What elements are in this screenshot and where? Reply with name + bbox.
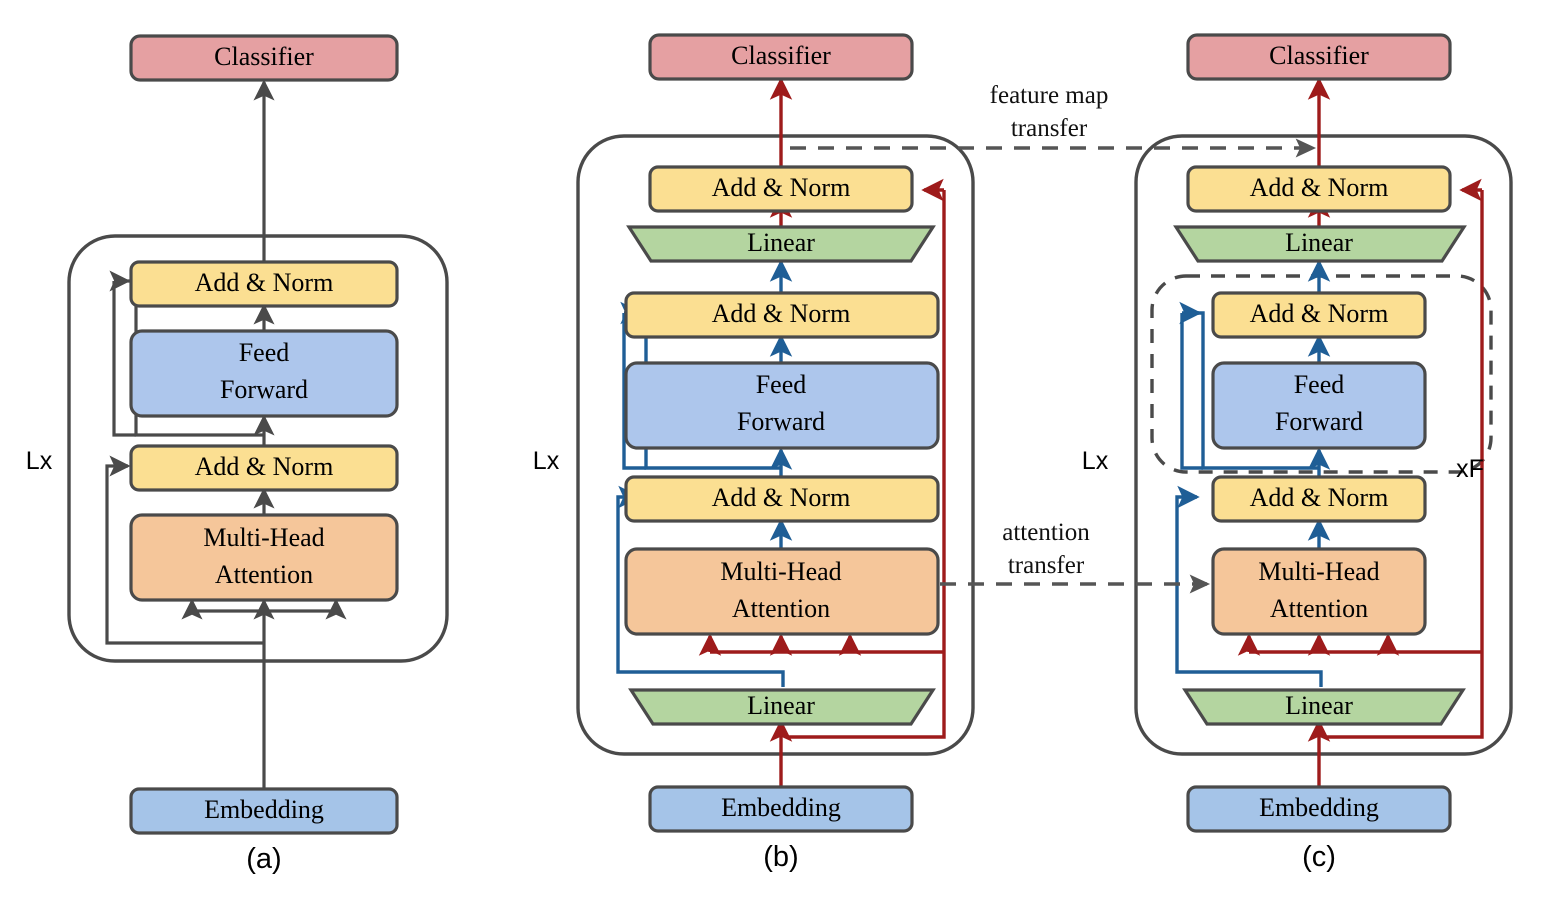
panel-a-attention-label-1: Multi-Head [203,523,324,552]
panel-b-addnorm-bottom-label: Add & Norm [712,483,851,512]
panel-b-linear-bottom-label: Linear [747,691,815,720]
panel-a-addnorm-bottom-label: Add & Norm [195,452,334,481]
panel-b-embedding-label: Embedding [721,793,841,822]
panel-b-red-rail [787,190,946,739]
panel-c-addnorm-top-label: Add & Norm [1250,299,1389,328]
panel-a: Classifier Add & Norm Feed Forward Add &… [26,34,449,875]
panel-c-addnorm-outer-label: Add & Norm [1250,173,1389,202]
feature-map-transfer-label-2: transfer [1011,115,1088,142]
panel-b-classifier-label: Classifier [731,41,831,70]
panel-c-feed-forward-label-1: Feed [1294,370,1345,399]
panel-b-linear-top-label: Linear [747,228,815,257]
panel-a-loop-label: Lx [26,447,53,475]
feature-map-transfer-label-1: feature map [990,82,1109,109]
attention-transfer-label-2: transfer [1008,552,1085,579]
panel-c-embedding-label: Embedding [1259,793,1379,822]
panel-b-loop-label: Lx [533,447,560,475]
panel-c-classifier-label: Classifier [1269,41,1369,70]
panel-c-linear-top-label: Linear [1285,228,1353,257]
attention-transfer-label-1: attention [1002,519,1090,546]
panel-a-feed-forward-label-1: Feed [239,338,290,367]
panel-b-feed-forward-label-2: Forward [737,407,825,436]
panel-b-addnorm-top-label: Add & Norm [712,299,851,328]
architecture-diagram: Classifier Add & Norm Feed Forward Add &… [26,33,1513,875]
panel-a-classifier-label: Classifier [214,42,314,71]
panel-c-feed-forward-label-2: Forward [1275,407,1363,436]
panel-c-loop-label: Lx [1082,447,1109,475]
panel-b-addnorm-outer-label: Add & Norm [712,173,851,202]
attention-transfer-group: attention transfer [940,519,1211,594]
panel-c-attention-label-1: Multi-Head [1258,557,1379,586]
panel-a-feed-forward-label-2: Forward [220,375,308,404]
feature-map-transfer-group: feature map transfer [790,82,1317,158]
panel-b-caption: (b) [763,841,798,873]
panel-c-inner-loop-label: xF [1456,455,1484,483]
panel-a-addnorm-top-label: Add & Norm [195,268,334,297]
panel-c-residual-2-bend [1180,313,1203,470]
panel-c-addnorm-bottom-label: Add & Norm [1250,483,1389,512]
panel-b: Classifier Add & Norm Linear Add & Norm … [533,33,975,873]
panel-c-caption: (c) [1302,841,1336,873]
panel-b-attention-label-1: Multi-Head [720,557,841,586]
panel-b-feed-forward-label-1: Feed [756,370,807,399]
panel-a-caption: (a) [246,843,281,875]
panel-c-linear-bottom-label: Linear [1285,691,1353,720]
panel-b-attention-label-2: Attention [732,594,830,623]
panel-c-attention-label-2: Attention [1270,594,1368,623]
panel-a-attention-label-2: Attention [215,560,313,589]
panel-a-embedding-label: Embedding [204,795,324,824]
figure-canvas: Classifier Add & Norm Feed Forward Add &… [0,0,1553,898]
panel-c: Classifier Add & Norm Linear Add & Norm … [1082,33,1513,873]
